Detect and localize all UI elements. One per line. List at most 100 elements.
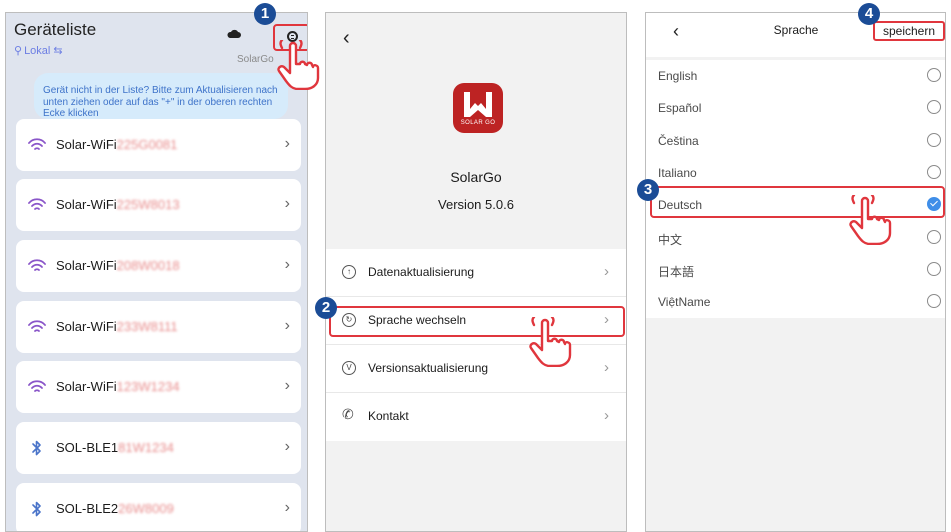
device-list-screen: Geräteliste ⚲ Lokal ⇆ SolarGo Gerät nicht…: [5, 12, 308, 532]
radio-unchecked-icon[interactable]: [927, 294, 941, 309]
device-list-item[interactable]: Solar-WiFi208W0018 ›: [16, 240, 301, 292]
bluetooth-icon: [28, 501, 46, 517]
settings-item-contact[interactable]: ✆ Kontakt ›: [326, 393, 626, 441]
refresh-hint: Gerät nicht in der Liste? Bitte zum Aktu…: [34, 73, 288, 119]
back-icon[interactable]: ‹: [343, 27, 350, 50]
radio-unchecked-icon[interactable]: [927, 229, 941, 244]
device-name: Solar-WiFi225W8013: [56, 197, 180, 212]
device-name-prefix: Solar-WiFi: [56, 197, 117, 212]
pointing-hand-icon: [277, 40, 320, 90]
device-name-prefix: Solar-WiFi: [56, 319, 117, 334]
chevron-right-icon: ›: [284, 499, 290, 516]
language-option[interactable]: Español: [646, 92, 945, 124]
wifi-icon: [28, 137, 46, 153]
cloud-icon[interactable]: [227, 29, 241, 39]
location-pin-icon: ⚲: [14, 45, 23, 57]
device-name: Solar-WiFi225G0081: [56, 137, 177, 152]
device-list-item[interactable]: Solar-WiFi225G0081 ›: [16, 119, 301, 171]
swap-arrows-icon: ⇆: [53, 45, 63, 57]
chevron-right-icon: ›: [284, 135, 290, 152]
device-serial: 81W1234: [118, 440, 174, 455]
phone-icon: ✆: [342, 406, 354, 422]
device-name: Solar-WiFi233W8111: [56, 319, 178, 334]
language-label: English: [658, 69, 698, 83]
pointing-hand-icon: [849, 195, 892, 245]
radio-unchecked-icon[interactable]: [927, 164, 941, 179]
device-serial: 123W1234: [116, 379, 180, 394]
wifi-icon: [28, 197, 46, 213]
radio-unchecked-icon[interactable]: [927, 100, 941, 115]
device-list-item[interactable]: SOL-BLE226W8009 ›: [16, 483, 301, 531]
radio-unchecked-icon[interactable]: [927, 261, 941, 276]
settings-item-data-update[interactable]: ↑ Datenaktualisierung ›: [326, 249, 626, 297]
device-name-prefix: Solar-WiFi: [56, 137, 117, 152]
device-name-prefix: Solar-WiFi: [56, 379, 117, 394]
language-option[interactable]: Čeština: [646, 125, 945, 157]
device-list-item[interactable]: SOL-BLE181W1234 ›: [16, 422, 301, 474]
chevron-right-icon: ›: [604, 407, 609, 424]
radio-unchecked-icon[interactable]: [927, 132, 941, 147]
location-indicator[interactable]: ⚲ Lokal ⇆: [14, 44, 63, 57]
device-serial: 233W8111: [116, 319, 178, 334]
upload-arrow-icon: ↑: [342, 265, 356, 279]
settings-item-version-update[interactable]: V Versionsaktualisierung ›: [326, 345, 626, 393]
language-label: 日本語: [658, 264, 695, 279]
device-serial: 225G0081: [116, 137, 178, 152]
language-label: Italiano: [658, 165, 697, 180]
brand-label: SolarGo: [237, 54, 274, 65]
language-screen: ‹ Sprache speichern English Español Češtin…: [645, 12, 946, 532]
selected-language-highlight: [650, 186, 945, 218]
device-name: Solar-WiFi123W1234: [56, 379, 180, 394]
page-title: Geräteliste: [14, 20, 97, 39]
device-name: Solar-WiFi208W0018: [56, 258, 180, 273]
language-label: Čeština: [658, 133, 699, 148]
wifi-icon: [28, 258, 46, 274]
device-list-item[interactable]: Solar-WiFi225W8013 ›: [16, 179, 301, 231]
app-version: Version 5.0.6: [438, 197, 514, 212]
chevron-right-icon: ›: [284, 317, 290, 334]
device-list-item[interactable]: Solar-WiFi123W1234 ›: [16, 361, 301, 413]
wifi-icon: [28, 379, 46, 395]
device-name-prefix: Solar-WiFi: [56, 258, 117, 273]
chevron-right-icon: ›: [284, 438, 290, 455]
logo-text: SOLAR GO: [460, 120, 496, 126]
language-option[interactable]: Italiano: [646, 157, 945, 189]
chevron-right-icon: ›: [604, 263, 609, 280]
save-button[interactable]: speichern: [873, 21, 945, 41]
device-serial: 225W8013: [116, 197, 180, 212]
settings-item-label: Datenaktualisierung: [368, 265, 475, 279]
location-label: Lokal: [24, 45, 51, 57]
bluetooth-icon: [28, 440, 46, 456]
app-name: SolarGo: [450, 169, 502, 185]
settings-item-label: Versionsaktualisierung: [368, 361, 489, 375]
language-label: 中文: [658, 232, 683, 247]
language-option[interactable]: ViệtName: [646, 286, 945, 318]
app-logo: SOLAR GO: [453, 83, 503, 133]
chevron-right-icon: ›: [284, 195, 290, 212]
version-icon: V: [342, 361, 356, 375]
pointing-hand-icon: [529, 317, 572, 367]
step-badge-3: 3: [637, 179, 659, 201]
step-badge-1: 1: [254, 3, 276, 25]
language-option[interactable]: 日本語: [646, 254, 945, 286]
device-name: SOL-BLE226W8009: [56, 501, 174, 516]
step-badge-4: 4: [858, 3, 880, 25]
device-list-item[interactable]: Solar-WiFi233W8111 ›: [16, 301, 301, 353]
radio-unchecked-icon[interactable]: [927, 68, 941, 82]
device-name-prefix: SOL-BLE1: [56, 440, 119, 455]
device-serial: 26W8009: [118, 501, 174, 516]
about-screen: ‹ SOLAR GO SolarGo Version 5.0.6 ↑ Daten…: [325, 12, 627, 532]
settings-list: ↑ Datenaktualisierung › ↻ Sprache wechse…: [326, 249, 626, 441]
chevron-right-icon: ›: [284, 256, 290, 273]
device-name: SOL-BLE181W1234: [56, 440, 174, 455]
device-name-prefix: SOL-BLE2: [56, 501, 119, 516]
language-option[interactable]: English: [646, 60, 945, 92]
language-option[interactable]: 中文: [646, 222, 945, 254]
language-item-highlight: [329, 306, 625, 337]
device-serial: 208W0018: [116, 258, 180, 273]
chevron-right-icon: ›: [284, 377, 290, 394]
settings-item-label: Kontakt: [368, 409, 409, 423]
step-badge-2: 2: [315, 297, 337, 319]
chevron-right-icon: ›: [604, 359, 609, 376]
wifi-icon: [28, 319, 46, 335]
